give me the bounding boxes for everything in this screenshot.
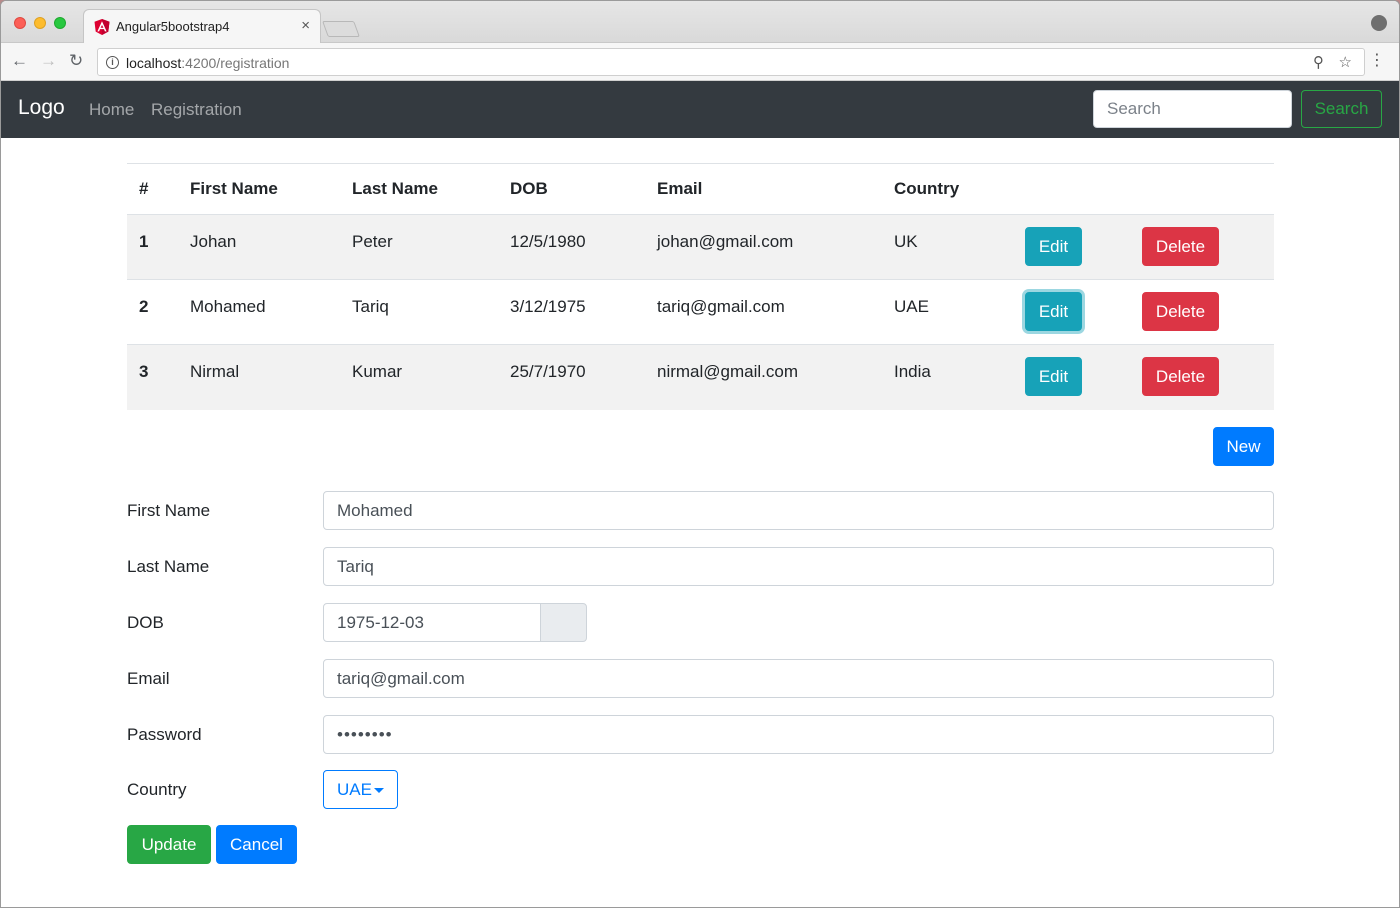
cell-edit: Edit: [1025, 280, 1142, 345]
maximize-window-button[interactable]: [54, 17, 66, 29]
nav-link-registration[interactable]: Registration: [151, 100, 242, 120]
cell-dob: 25/7/1970: [510, 362, 586, 381]
cell-delete: Delete: [1142, 215, 1274, 280]
key-icon[interactable]: ⚲: [1313, 53, 1324, 71]
edit-button[interactable]: Edit: [1025, 357, 1082, 396]
last-name-input[interactable]: [323, 547, 1274, 586]
form-row-country: Country UAE: [127, 770, 1274, 809]
cell-email: tariq@gmail.com: [657, 297, 785, 316]
cancel-button[interactable]: Cancel: [216, 825, 297, 864]
app-navbar: Logo Home Registration Search: [1, 81, 1399, 138]
cell-number: 2: [139, 297, 149, 316]
password-input[interactable]: [323, 715, 1274, 754]
tab-title: Angular5bootstrap4: [116, 19, 230, 34]
form-row-last-name: Last Name: [127, 547, 1274, 586]
header-country: Country: [894, 163, 1025, 215]
url-bar[interactable]: i localhost:4200/registration ⚲ ☆: [97, 48, 1365, 76]
delete-button[interactable]: Delete: [1142, 357, 1219, 396]
users-table: # First Name Last Name DOB Email Country…: [127, 163, 1274, 410]
new-button[interactable]: New: [1213, 427, 1274, 466]
form-row-email: Email: [127, 659, 1274, 698]
cell-country: UK: [894, 232, 918, 251]
cell-last-name: Kumar: [352, 362, 403, 381]
header-delete: [1142, 163, 1274, 215]
back-arrow-icon[interactable]: ←: [11, 51, 28, 71]
last-name-label: Last Name: [127, 557, 210, 576]
calendar-toggle-button[interactable]: [540, 603, 587, 642]
header-number: #: [127, 163, 190, 215]
profile-icon[interactable]: [1371, 15, 1387, 31]
form-row-first-name: First Name: [127, 491, 1274, 530]
cell-last-name: Peter: [352, 232, 393, 251]
country-selected: UAE: [337, 779, 372, 799]
table-row: 3 Nirmal Kumar 25/7/1970 nirmal@gmail.co…: [127, 344, 1274, 410]
close-tab-icon[interactable]: ×: [301, 17, 310, 34]
edit-button[interactable]: Edit: [1025, 292, 1082, 331]
cell-number: 1: [139, 232, 149, 251]
menu-dots-icon[interactable]: ⋮: [1369, 52, 1385, 70]
header-email: Email: [657, 163, 894, 215]
table-row: 2 Mohamed Tariq 3/12/1975 tariq@gmail.co…: [127, 279, 1274, 345]
cell-country: India: [894, 362, 931, 381]
cell-edit: Edit: [1025, 345, 1142, 410]
url-host: localhost: [126, 55, 182, 71]
cell-first-name: Nirmal: [190, 362, 240, 381]
delete-button[interactable]: Delete: [1142, 227, 1219, 266]
country-dropdown[interactable]: UAE: [323, 770, 398, 809]
first-name-label: First Name: [127, 501, 211, 520]
cell-number: 3: [139, 362, 149, 381]
header-last-name: Last Name: [352, 163, 510, 215]
nav-link-home[interactable]: Home: [89, 100, 134, 120]
search-input[interactable]: [1093, 90, 1292, 128]
angular-icon: [94, 19, 110, 35]
chevron-down-icon: [374, 788, 384, 793]
address-bar: ← → ↻ i localhost:4200/registration ⚲ ☆ …: [1, 43, 1399, 81]
url-text: localhost:4200/registration: [126, 55, 289, 71]
email-label: Email: [127, 669, 170, 688]
header-first-name: First Name: [190, 163, 352, 215]
cell-dob: 12/5/1980: [510, 232, 586, 251]
table-row: 1 Johan Peter 12/5/1980 johan@gmail.com …: [127, 214, 1274, 280]
password-label: Password: [127, 725, 202, 744]
edit-button[interactable]: Edit: [1025, 227, 1082, 266]
update-button[interactable]: Update: [127, 825, 211, 864]
table-header-row: # First Name Last Name DOB Email Country: [127, 163, 1274, 215]
form-row-password: Password: [127, 715, 1274, 754]
browser-tab[interactable]: Angular5bootstrap4 ×: [83, 9, 321, 43]
cell-last-name: Tariq: [352, 297, 389, 316]
header-dob: DOB: [510, 163, 657, 215]
close-window-button[interactable]: [14, 17, 26, 29]
browser-window: Angular5bootstrap4 × ← → ↻ i localhost:4…: [0, 0, 1400, 908]
forward-arrow-icon[interactable]: →: [40, 51, 57, 71]
cell-delete: Delete: [1142, 345, 1274, 410]
minimize-window-button[interactable]: [34, 17, 46, 29]
cell-first-name: Mohamed: [190, 297, 266, 316]
cell-email: nirmal@gmail.com: [657, 362, 799, 381]
search-button[interactable]: Search: [1301, 90, 1382, 128]
country-label: Country: [127, 780, 187, 799]
cell-country: UAE: [894, 297, 929, 316]
star-icon[interactable]: ☆: [1339, 53, 1352, 71]
cell-delete: Delete: [1142, 280, 1274, 345]
url-path: :4200/registration: [181, 55, 290, 71]
email-input[interactable]: [323, 659, 1274, 698]
cell-first-name: Johan: [190, 232, 237, 251]
dob-label: DOB: [127, 613, 164, 632]
first-name-input[interactable]: [323, 491, 1274, 530]
dob-input-group: [323, 603, 587, 642]
cell-dob: 3/12/1975: [510, 297, 586, 316]
dob-input[interactable]: [323, 603, 541, 642]
cell-edit: Edit: [1025, 215, 1142, 280]
header-edit: [1025, 163, 1142, 215]
form-row-dob: DOB: [127, 603, 1274, 642]
info-icon[interactable]: i: [106, 56, 119, 69]
tab-strip: Angular5bootstrap4 ×: [1, 1, 1399, 43]
reload-icon[interactable]: ↻: [69, 51, 83, 71]
delete-button[interactable]: Delete: [1142, 292, 1219, 331]
navbar-brand[interactable]: Logo: [18, 96, 65, 120]
cell-email: johan@gmail.com: [657, 232, 794, 251]
new-tab-button[interactable]: [322, 21, 360, 37]
